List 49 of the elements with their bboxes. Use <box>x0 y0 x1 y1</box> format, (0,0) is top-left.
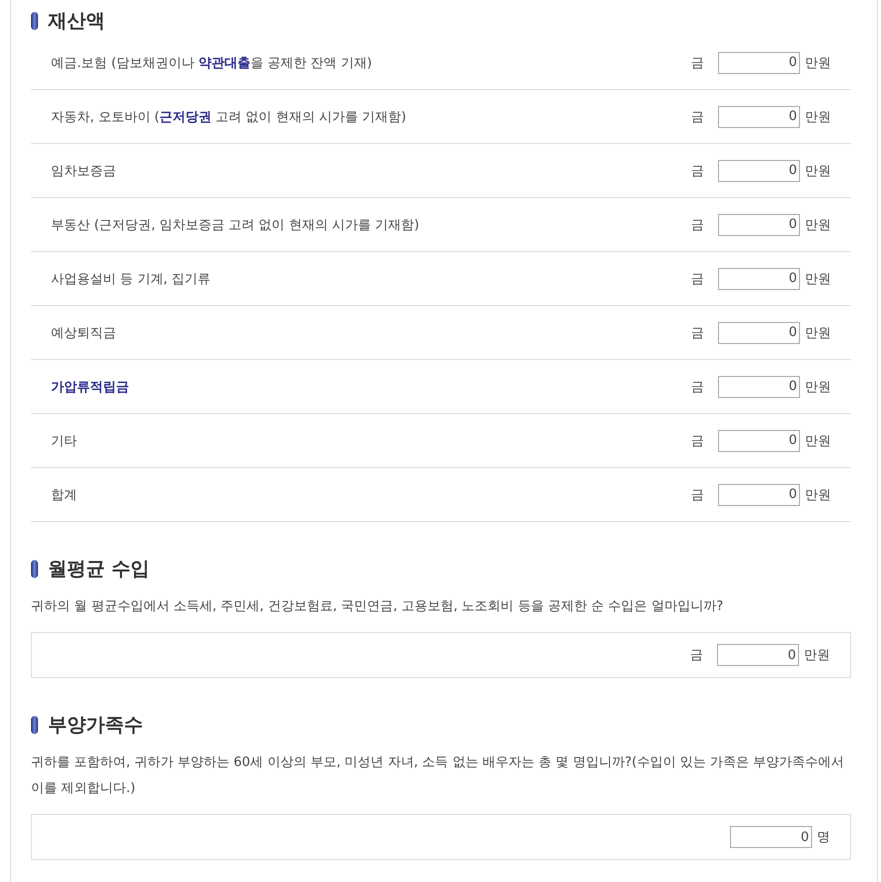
unit-label: 만원 <box>804 647 830 664</box>
item-label: 기타 <box>51 432 78 450</box>
amount-field[interactable]: 0 <box>718 160 800 182</box>
unit-label: 만원 <box>805 324 831 342</box>
amount-field[interactable]: 0 <box>718 322 800 344</box>
answer-field[interactable]: 0 <box>717 644 799 666</box>
unit-label: 만원 <box>805 216 831 234</box>
amount-field[interactable]: 0 <box>718 106 800 128</box>
amount-field[interactable]: 0 <box>718 376 800 398</box>
unit-label: 만원 <box>805 54 831 72</box>
item-label: 부동산 (근저당권, 임차보증금 고려 없이 현재의 시가를 기재함) <box>51 216 420 234</box>
unit-label: 만원 <box>805 270 831 288</box>
bullet-icon <box>31 716 38 734</box>
unit-label: 만원 <box>805 378 831 396</box>
item-label: 가압류적립금 <box>51 378 130 396</box>
amount-field[interactable]: 0 <box>718 214 800 236</box>
item-label: 사업용설비 등 기계, 집기류 <box>51 270 212 288</box>
answer-field[interactable]: 0 <box>730 826 812 848</box>
item-label: 예상퇴직금 <box>51 324 117 342</box>
section-title: 재산액 <box>48 9 105 34</box>
amount-prefix: 금 <box>691 270 704 288</box>
amount-field[interactable]: 0 <box>718 52 800 74</box>
unit-label: 만원 <box>805 486 831 504</box>
amount-prefix: 금 <box>691 162 704 180</box>
item-label: 합계 <box>51 486 78 504</box>
amount-field[interactable]: 0 <box>718 268 800 290</box>
item-label: 임차보증금 <box>51 162 117 180</box>
bullet-icon <box>31 560 38 578</box>
item-label: 자동차, 오토바이 (근저당권 고려 없이 현재의 시가를 기재함) <box>51 108 408 126</box>
unit-label: 명 <box>817 829 830 846</box>
amount-prefix: 금 <box>691 378 704 396</box>
section-title: 월평균 수입 <box>48 557 150 582</box>
item-label: 예금.보험 (담보채권이나 약관대출을 공제한 잔액 기재) <box>51 54 373 72</box>
unit-label: 만원 <box>805 108 831 126</box>
amount-field[interactable]: 0 <box>718 484 800 506</box>
amount-prefix: 금 <box>691 324 704 342</box>
amount-prefix: 금 <box>690 647 703 664</box>
unit-label: 만원 <box>805 162 831 180</box>
amount-prefix: 금 <box>691 108 704 126</box>
section-title: 부양가족수 <box>48 713 143 738</box>
amount-prefix: 금 <box>691 432 704 450</box>
question-text: 귀하의 월 평균수입에서 소득세, 주민세, 건강보험료, 국민연금, 고용보험, 노조회비 등을 공제한 순 수입은 얼마입니까? <box>31 598 724 616</box>
unit-label: 만원 <box>805 432 831 450</box>
amount-prefix: 금 <box>691 486 704 504</box>
question-text: 귀하를 포함하여, 귀하가 부양하는 60세 이상의 부모, 미성년 자녀, 소득 없는 배우자는 총 몇 명입니까?(수입이 있는 가족은 부양가족수에서 이를 제외합니다.) <box>31 754 846 798</box>
amount-field[interactable]: 0 <box>718 430 800 452</box>
amount-prefix: 금 <box>691 54 704 72</box>
amount-prefix: 금 <box>691 216 704 234</box>
bullet-icon <box>31 12 38 30</box>
